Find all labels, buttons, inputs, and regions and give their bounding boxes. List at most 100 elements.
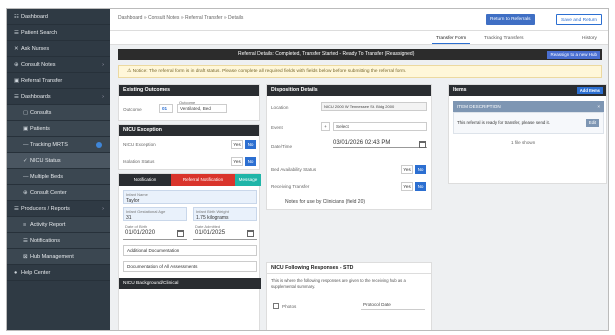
sidebar-item-producers-reports[interactable]: ☰ Producers / Reports ›: [7, 201, 110, 217]
sidebar-item-consult-center[interactable]: ⊕ Consult Center: [7, 185, 110, 201]
disposition-title: Disposition Details: [267, 85, 431, 96]
admit-date-label: Date Admitted: [195, 224, 221, 229]
sidebar-item-tracking-mrts[interactable]: ― Tracking MRTS: [7, 137, 110, 153]
outcome-value-field[interactable]: Ventilated, Bed: [177, 104, 227, 113]
calendar-icon[interactable]: [419, 141, 426, 148]
sidebar-item-help-center[interactable]: ● Help Center: [7, 265, 110, 281]
sidebar-item-label: Notifications: [30, 238, 60, 244]
return-referrals-button[interactable]: Return to Referrals: [486, 14, 535, 25]
sidebar-item-multiple-beds[interactable]: ― Multiple Beds: [7, 169, 110, 185]
following-panel: NICU Following Responses - STD This is w…: [266, 262, 432, 330]
notification-badge: [96, 142, 102, 148]
sidebar-item-label: Dashboard: [21, 14, 48, 20]
sidebar-item-patient-search[interactable]: ☰ Patient Search: [7, 25, 110, 41]
edit-item-button[interactable]: Edit: [585, 119, 599, 127]
add-items-button[interactable]: Add Items: [576, 87, 603, 94]
additional-documentation-row[interactable]: Additional Documentation: [123, 245, 257, 256]
sidebar-item-label: Producers / Reports: [21, 206, 70, 212]
breadcrumb: Dashboard » Consult Notes » Referral Tra…: [118, 15, 244, 21]
tab-notification[interactable]: Notification: [119, 174, 171, 186]
sidebar-icon: ☰: [14, 206, 19, 212]
receiving-transfer-yes-button[interactable]: Yes: [401, 182, 413, 191]
tab-history[interactable]: History: [578, 34, 601, 43]
item-header-text: ITEM DESCRIPTION: [457, 104, 501, 109]
calendar-icon[interactable]: [177, 230, 184, 237]
birth-date-label: Date of Birth: [125, 224, 148, 229]
item-row: This referral is ready for transfer, ple…: [453, 112, 604, 134]
sidebar-item-patients[interactable]: ▣ Patients: [7, 121, 110, 137]
sidebar-item-label: Tracking MRTS: [30, 142, 68, 148]
sidebar-item-consults[interactable]: ▢ Consults: [7, 105, 110, 121]
admit-date-field[interactable]: Date Admitted 01/01/2025: [193, 224, 257, 240]
datetime-label: Date/Time: [271, 144, 293, 149]
photos-checkbox[interactable]: [273, 303, 279, 309]
add-event-button[interactable]: +: [321, 122, 330, 131]
isolation-no-button[interactable]: No: [245, 157, 256, 166]
outcome-code-field[interactable]: 01: [159, 104, 173, 113]
sidebar-item-referral-transfer[interactable]: ▣ Referral Transfer: [7, 73, 110, 89]
infant-name-label: Infant Name: [126, 192, 148, 197]
sidebar-item-consult-notes[interactable]: ⊕ Consult Notes ›: [7, 57, 110, 73]
sidebar-icon: ≡: [23, 222, 27, 228]
datetime-field[interactable]: 03/01/2026 02:43 PM: [333, 140, 427, 148]
sidebar-item-label: Dashboards: [21, 94, 51, 100]
items-title: Items Add Items: [449, 85, 606, 96]
birth-date-field[interactable]: Date of Birth 01/01/2020: [123, 224, 187, 240]
infant-name-value: Taylor: [126, 198, 140, 204]
sidebar-item-label: Multiple Beds: [30, 174, 64, 180]
sidebar-item-notifications[interactable]: ☰ Notifications: [7, 233, 110, 249]
photos-label: Photos: [282, 304, 297, 309]
item-text: This referral is ready for transfer, ple…: [457, 120, 550, 125]
status-banner-text: Referral Details: Completed, Transfer St…: [238, 51, 415, 57]
sidebar-item-dashboard[interactable]: ☷ Dashboard: [7, 9, 110, 25]
tab-tracking-transfers[interactable]: Tracking Transfers: [480, 34, 528, 43]
chevron-right-icon: ›: [102, 62, 104, 68]
left-column: Existing Outcomes Outcome 01 Outcome Ven…: [118, 84, 261, 330]
chevron-right-icon: ›: [102, 206, 104, 212]
tab-transfer-form[interactable]: Transfer Form: [432, 34, 471, 44]
infant-name-field[interactable]: Infant Name Taylor: [123, 190, 257, 204]
bed-availability-yes-button[interactable]: Yes: [401, 165, 413, 174]
bed-availability-no-button[interactable]: No: [415, 165, 426, 174]
sidebar-item-label: Activity Report: [30, 222, 66, 228]
sidebar-item-label: NICU Status: [30, 158, 61, 164]
location-field[interactable]: NICU 2000 W Tennessee St. Bldg 2000: [321, 102, 427, 111]
tab-message[interactable]: Message: [235, 174, 261, 186]
birth-weight-field[interactable]: Infant Birth Weight 1.75 kilograms: [193, 207, 257, 221]
close-icon[interactable]: ×: [597, 101, 600, 112]
isolation-yes-button[interactable]: Yes: [231, 157, 243, 166]
sidebar-item-nicu-status[interactable]: ✓ NICU Status: [7, 153, 110, 169]
nicu-exception-no-button[interactable]: No: [245, 140, 256, 149]
sidebar-item-dashboards[interactable]: ☰ Dashboards ›: [7, 89, 110, 105]
receiving-transfer-no-button[interactable]: No: [415, 182, 426, 191]
clinician-notes-label: Notes for use by Clinicians (field 20): [285, 199, 366, 205]
sidebar-icon: ☰: [14, 30, 19, 36]
disposition-panel: Disposition Details Location NICU 2000 W…: [266, 84, 432, 210]
gestational-age-field[interactable]: Infant Gestational Age 31: [123, 207, 187, 221]
additional-documentation-text: Additional Documentation: [127, 248, 180, 253]
chevron-right-icon: ›: [102, 94, 104, 100]
app-window: ☷ Dashboard ☰ Patient Search ✕ Ask Nurses ⊕ Con…: [6, 8, 609, 331]
reassign-button[interactable]: Reassign to a new Hub: [547, 50, 600, 59]
status-banner: Referral Details: Completed, Transfer St…: [118, 49, 602, 60]
sidebar-item-label: Consult Center: [30, 190, 67, 196]
nicu-exception-panel: NICU Exception NICU Exception Yes No Iso…: [118, 124, 260, 170]
nicu-exception-label: NICU Exception: [123, 142, 156, 147]
nicu-background-header: NICU Background/Clinical: [119, 278, 261, 289]
nicu-exception-yes-button[interactable]: Yes: [231, 140, 243, 149]
sidebar-icon: ―: [23, 142, 29, 148]
sidebar-icon: ▣: [23, 126, 29, 132]
tab-referral-notification[interactable]: Referral Notification: [171, 174, 235, 186]
sidebar-item-label: Referral Transfer: [21, 78, 63, 84]
assessments-row[interactable]: Documentation of All Assessments: [123, 261, 257, 272]
sidebar-item-hub-management[interactable]: ⊠ Hub Management: [7, 249, 110, 265]
event-select[interactable]: Select: [333, 122, 427, 131]
save-return-button[interactable]: Save and Return: [556, 14, 603, 25]
protocol-date-field[interactable]: Protocol Date: [361, 301, 425, 310]
sidebar-item-ask-nurses[interactable]: ✕ Ask Nurses: [7, 41, 110, 57]
sidebar-item-activity-report[interactable]: ≡ Activity Report: [7, 217, 110, 233]
calendar-icon[interactable]: [247, 230, 254, 237]
sidebar-icon: ☰: [14, 94, 19, 100]
bed-availability-label: Bed Availability Status: [271, 167, 317, 172]
nicu-exception-title: NICU Exception: [119, 125, 259, 136]
